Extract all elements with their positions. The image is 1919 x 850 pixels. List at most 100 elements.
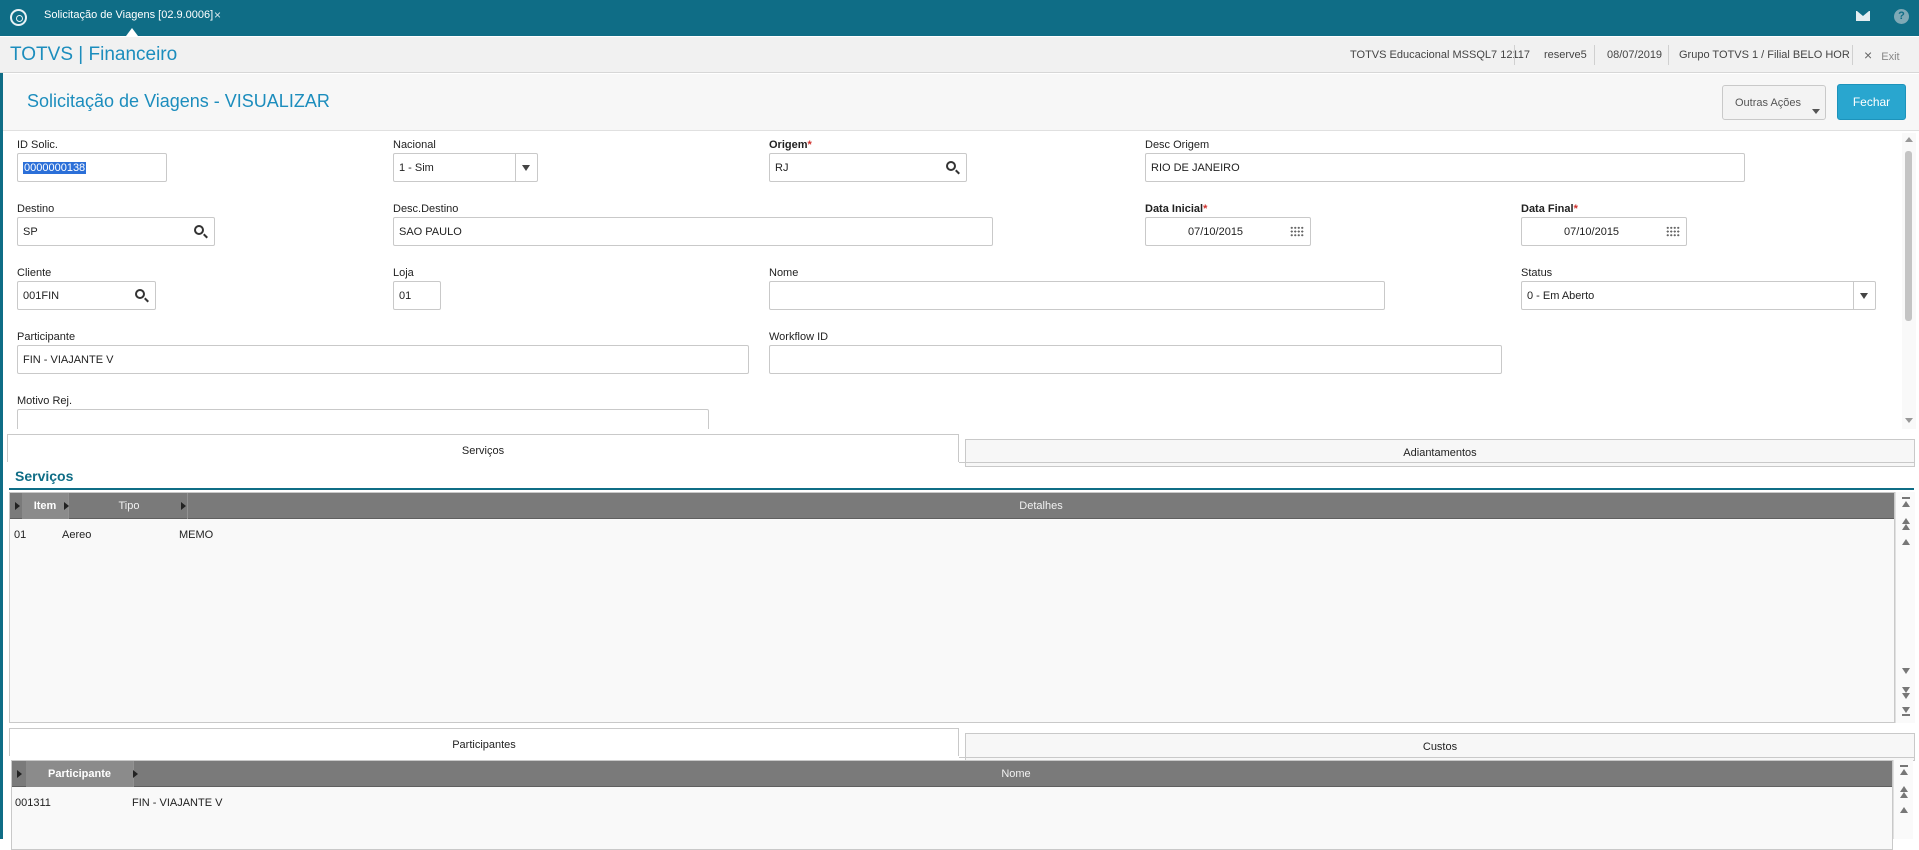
data-final-label-text: Data Final (1521, 203, 1574, 215)
cliente-field[interactable]: 001FIN (17, 281, 156, 310)
column-marker-icon (181, 502, 186, 510)
participantes-grid-scrollbar[interactable] (1893, 760, 1913, 839)
divider (1852, 45, 1853, 65)
cliente-value: 001FIN (23, 290, 60, 302)
nacional-select[interactable]: 1 - Sim (393, 153, 538, 182)
divider (1514, 45, 1515, 65)
totvs-home-icon[interactable] (10, 9, 27, 26)
cell-detalhes: MEMO (179, 529, 214, 541)
scroll-bottom-icon[interactable] (1902, 707, 1910, 713)
data-final-value: 07/10/2015 (1564, 226, 1620, 238)
cell-tipo: Aereo (62, 529, 92, 541)
scroll-top-icon[interactable] (1902, 501, 1910, 507)
scroll-up-icon[interactable] (1902, 539, 1910, 545)
data-inicial-field[interactable]: 07/10/2015 (1145, 217, 1311, 246)
column-marker-icon (64, 502, 69, 510)
scroll-page-up-icon[interactable] (1900, 792, 1908, 798)
destino-label: Destino (17, 203, 55, 215)
column-marker-icon (133, 770, 138, 778)
servicos-section-title: Serviços (15, 468, 74, 484)
id-solic-label: ID Solic. (17, 139, 58, 151)
calendar-icon[interactable] (1290, 226, 1304, 237)
scroll-up-icon[interactable] (1900, 807, 1908, 813)
data-inicial-label: Data Inicial* (1145, 203, 1207, 215)
origem-field[interactable]: RJ (769, 153, 967, 182)
column-header-tipo[interactable]: Tipo (71, 493, 188, 519)
tab-close-icon[interactable]: × (214, 8, 221, 22)
nacional-label: Nacional (393, 139, 436, 151)
scroll-top-icon[interactable] (1900, 769, 1908, 775)
scroll-page-up-icon[interactable] (1902, 524, 1910, 530)
window-tab-title[interactable]: Solicitação de Viagens [02.9.0006] (44, 9, 213, 21)
participante-field[interactable]: FIN - VIAJANTE V (17, 345, 749, 374)
column-header-nome[interactable]: Nome (140, 761, 1892, 787)
data-inicial-label-text: Data Inicial (1145, 203, 1204, 215)
desc-origem-label: Desc Origem (1145, 139, 1210, 151)
tab-servicos[interactable]: Serviços (7, 434, 959, 462)
environment-label: TOTVS Educacional MSSQL7 12117 (1350, 49, 1530, 61)
nome-field[interactable] (769, 281, 1385, 310)
app-header: TOTVS | Financeiro TOTVS Educacional MSS… (0, 36, 1919, 73)
search-icon[interactable] (135, 289, 145, 299)
workflow-id-label: Workflow ID (769, 331, 829, 343)
column-marker-icon (17, 770, 22, 778)
workflow-id-field[interactable] (769, 345, 1502, 374)
cell-item: 01 (14, 529, 27, 541)
desc-origem-field[interactable]: RIO DE JANEIRO (1145, 153, 1745, 182)
scroll-top-icon[interactable] (1900, 765, 1908, 767)
scroll-thumb[interactable] (1905, 151, 1912, 321)
scroll-down-icon[interactable] (1905, 418, 1913, 423)
chevron-down-icon[interactable] (515, 154, 537, 181)
id-solic-value: 0000000138 (23, 162, 87, 174)
column-marker-icon (15, 502, 20, 510)
servicos-grid-scrollbar[interactable] (1895, 492, 1915, 723)
scroll-top-icon[interactable] (1902, 497, 1910, 499)
user-label: reserve5 (1544, 49, 1587, 61)
required-marker: * (807, 139, 812, 151)
servicos-grid: Item Tipo Detalhes 01 Aereo MEMO (9, 492, 1895, 723)
required-marker: * (1573, 203, 1578, 215)
other-actions-button[interactable]: Outras Ações (1722, 85, 1826, 120)
motivo-rej-field[interactable] (17, 409, 709, 429)
grid-header: Item Tipo Detalhes (10, 493, 1894, 519)
participantes-grid: Participante Nome 001311 FIN - VIAJANTE … (11, 760, 1893, 850)
desc-origem-value: RIO DE JANEIRO (1151, 162, 1240, 174)
desc-destino-field[interactable]: SAO PAULO (393, 217, 993, 246)
scroll-down-icon[interactable] (1902, 668, 1910, 674)
page-title: Solicitação de Viagens - VISUALIZAR (27, 91, 330, 111)
grid-header: Participante Nome (12, 761, 1892, 787)
form-scrollbar[interactable] (1902, 133, 1916, 429)
calendar-icon[interactable] (1666, 226, 1680, 237)
divider (1594, 45, 1595, 65)
scroll-up-icon[interactable] (1905, 137, 1913, 142)
mail-icon[interactable] (1856, 11, 1870, 21)
data-final-field[interactable]: 07/10/2015 (1521, 217, 1687, 246)
cell-participante: 001311 (15, 797, 51, 809)
column-header-detalhes[interactable]: Detalhes (188, 493, 1894, 519)
close-button[interactable]: Fechar (1837, 84, 1906, 120)
column-header-participante[interactable]: Participante (26, 761, 134, 787)
scroll-page-down-icon[interactable] (1902, 693, 1910, 699)
loja-field[interactable]: 01 (393, 281, 441, 310)
status-select[interactable]: 0 - Em Aberto (1521, 281, 1876, 310)
scroll-bottom-icon[interactable] (1902, 714, 1910, 716)
search-icon[interactable] (194, 225, 204, 235)
nacional-value: 1 - Sim (399, 162, 434, 174)
destino-field[interactable]: SP (17, 217, 215, 246)
cliente-label: Cliente (17, 267, 52, 279)
destino-value: SP (23, 226, 38, 238)
status-label: Status (1521, 267, 1553, 279)
chevron-down-icon[interactable] (1853, 282, 1875, 309)
column-header-item[interactable]: Item (22, 493, 69, 519)
exit-label: Exit (1881, 51, 1900, 63)
tab-participantes[interactable]: Participantes (9, 728, 959, 756)
help-icon[interactable]: ? (1894, 9, 1909, 24)
date-label: 08/07/2019 (1607, 49, 1663, 61)
status-value: 0 - Em Aberto (1527, 290, 1595, 302)
participante-label: Participante (17, 331, 76, 343)
tab-panel-border (959, 757, 1915, 758)
exit-button[interactable]: × Exit (1864, 47, 1900, 63)
id-solic-field[interactable]: 0000000138 (17, 153, 167, 182)
search-icon[interactable] (946, 161, 956, 171)
participante-value: FIN - VIAJANTE V (23, 354, 114, 366)
